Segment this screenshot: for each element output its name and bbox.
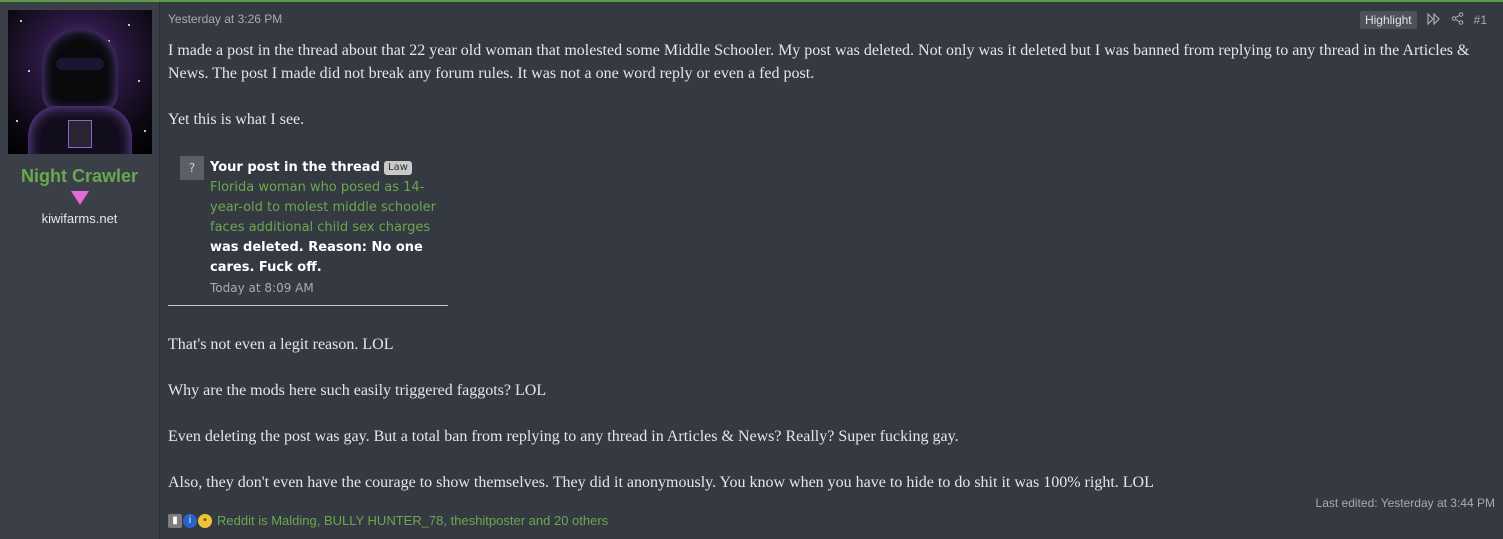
user-sidebar: Night Crawler kiwifarms.net bbox=[0, 2, 160, 539]
thinking-face-icon: • bbox=[198, 513, 212, 528]
post-date[interactable]: Yesterday at 3:26 PM bbox=[168, 12, 282, 26]
thread-prefix-badge: Law bbox=[384, 161, 412, 175]
post-main: Yesterday at 3:26 PM Highlight #1 I made… bbox=[160, 2, 1503, 539]
post-body-continued: That's not even a legit reason. LOL Why … bbox=[168, 333, 1495, 494]
post-body: I made a post in the thread about that 2… bbox=[168, 39, 1495, 131]
fast-forward-icon[interactable] bbox=[1427, 12, 1441, 28]
post-paragraph: Also, they don't even have the courage t… bbox=[168, 474, 1154, 491]
user-title: kiwifarms.net bbox=[41, 211, 118, 226]
post-number[interactable]: #1 bbox=[1474, 13, 1487, 27]
question-icon: ? bbox=[180, 156, 204, 180]
user-marker-icon bbox=[70, 191, 89, 205]
info-icon: i bbox=[183, 513, 197, 528]
reaction-icons: ▮ i • bbox=[168, 513, 213, 528]
share-icon[interactable] bbox=[1451, 12, 1464, 28]
post-paragraph: Yet this is what I see. bbox=[168, 111, 305, 128]
alert-prefix-text: Your post in the thread bbox=[210, 160, 380, 175]
post-actions: Highlight #1 bbox=[1359, 11, 1487, 29]
alert-suffix-text: was deleted. Reason: No one cares. Fuck … bbox=[210, 240, 423, 275]
reactions-bar[interactable]: ▮ i • Reddit is Malding, BULLY HUNTER_78… bbox=[168, 513, 608, 528]
reactions-list[interactable]: Reddit is Malding, BULLY HUNTER_78, thes… bbox=[217, 513, 608, 528]
last-edited[interactable]: Last edited: Yesterday at 3:44 PM bbox=[1316, 496, 1495, 510]
highlight-button[interactable]: Highlight bbox=[1359, 11, 1417, 29]
thread-link[interactable]: Florida woman who posed as 14-year-old t… bbox=[210, 180, 436, 235]
post-paragraph: Why are the mods here such easily trigge… bbox=[168, 382, 547, 399]
post-paragraph: Even deleting the post was gay. But a to… bbox=[168, 428, 959, 445]
avatar[interactable] bbox=[8, 10, 152, 154]
post-header: Yesterday at 3:26 PM Highlight #1 bbox=[168, 2, 1495, 34]
alert-time: Today at 8:09 AM bbox=[210, 281, 314, 295]
post-paragraph: I made a post in the thread about that 2… bbox=[168, 42, 1470, 82]
username[interactable]: Night Crawler bbox=[0, 166, 159, 187]
thumb-icon: ▮ bbox=[168, 513, 182, 528]
quoted-alert: ? Your post in the thread Law Florida wo… bbox=[168, 150, 448, 306]
forum-post: Night Crawler kiwifarms.net Yesterday at… bbox=[0, 0, 1503, 539]
alert-body: Your post in the thread Law Florida woma… bbox=[210, 158, 442, 299]
post-paragraph: That's not even a legit reason. LOL bbox=[168, 336, 394, 353]
